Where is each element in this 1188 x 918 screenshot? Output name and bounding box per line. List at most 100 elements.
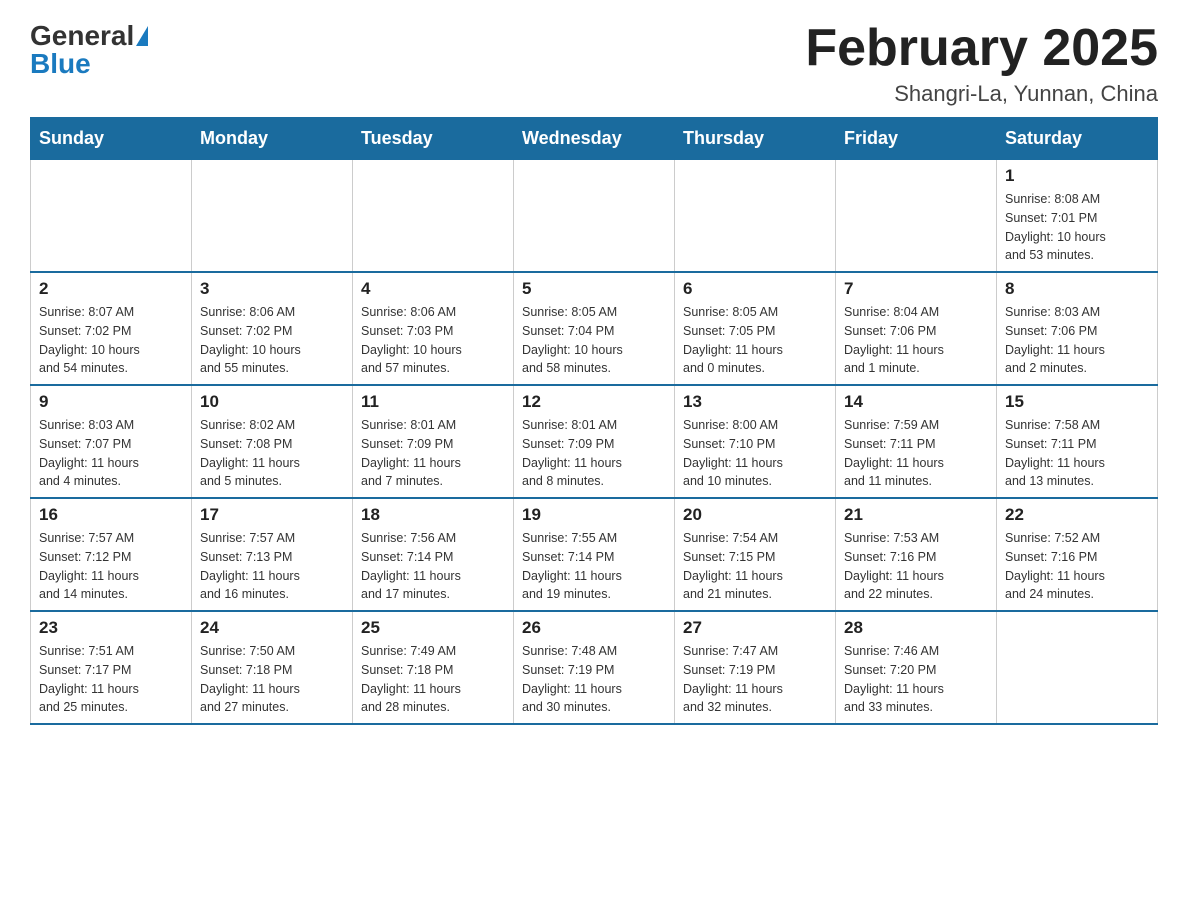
logo: General Blue [30,20,148,80]
day-info: Sunrise: 8:03 AM Sunset: 7:07 PM Dayligh… [39,416,183,491]
calendar-cell: 2 Sunrise: 8:07 AM Sunset: 7:02 PM Daylig… [31,272,192,385]
calendar-cell: 8Sunrise: 8:03 AM Sunset: 7:06 PM Daylig… [997,272,1158,385]
day-number: 28 [844,618,988,638]
calendar-cell [192,160,353,273]
day-info: Sunrise: 7:52 AM Sunset: 7:16 PM Dayligh… [1005,529,1149,604]
page-header: General Blue February 2025 Shangri-La, Y… [30,20,1158,107]
day-info: Sunrise: 7:54 AM Sunset: 7:15 PM Dayligh… [683,529,827,604]
day-number: 21 [844,505,988,525]
weekday-header-wednesday: Wednesday [514,118,675,160]
day-info: Sunrise: 7:58 AM Sunset: 7:11 PM Dayligh… [1005,416,1149,491]
day-info: Sunrise: 7:56 AM Sunset: 7:14 PM Dayligh… [361,529,505,604]
calendar-cell: 10 Sunrise: 8:02 AM Sunset: 7:08 PM Dayli… [192,385,353,498]
day-info: Sunrise: 7:53 AM Sunset: 7:16 PM Dayligh… [844,529,988,604]
day-number: 18 [361,505,505,525]
calendar-week-1: 1 Sunrise: 8:08 AM Sunset: 7:01 PM Daylig… [31,160,1158,273]
calendar-subtitle: Shangri-La, Yunnan, China [805,81,1158,107]
day-info: Sunrise: 8:01 AM Sunset: 7:09 PM Dayligh… [522,416,666,491]
calendar-cell: 24 Sunrise: 7:50 AM Sunset: 7:18 PM Dayli… [192,611,353,724]
day-info: Sunrise: 8:04 AM Sunset: 7:06 PM Dayligh… [844,303,988,378]
calendar-cell: 18 Sunrise: 7:56 AM Sunset: 7:14 PM Dayli… [353,498,514,611]
day-number: 22 [1005,505,1149,525]
day-number: 2 [39,279,183,299]
calendar-cell: 12Sunrise: 8:01 AM Sunset: 7:09 PM Dayli… [514,385,675,498]
day-info: Sunrise: 7:50 AM Sunset: 7:18 PM Dayligh… [200,642,344,717]
weekday-header-saturday: Saturday [997,118,1158,160]
calendar-cell: 4 Sunrise: 8:06 AM Sunset: 7:03 PM Daylig… [353,272,514,385]
day-number: 27 [683,618,827,638]
day-number: 3 [200,279,344,299]
day-info: Sunrise: 7:55 AM Sunset: 7:14 PM Dayligh… [522,529,666,604]
day-info: Sunrise: 8:06 AM Sunset: 7:02 PM Dayligh… [200,303,344,378]
calendar-week-2: 2 Sunrise: 8:07 AM Sunset: 7:02 PM Daylig… [31,272,1158,385]
day-info: Sunrise: 8:08 AM Sunset: 7:01 PM Dayligh… [1005,190,1149,265]
day-number: 7 [844,279,988,299]
day-number: 16 [39,505,183,525]
calendar-cell: 19 Sunrise: 7:55 AM Sunset: 7:14 PM Dayli… [514,498,675,611]
calendar-cell: 28 Sunrise: 7:46 AM Sunset: 7:20 PM Dayli… [836,611,997,724]
day-number: 1 [1005,166,1149,186]
day-info: Sunrise: 7:59 AM Sunset: 7:11 PM Dayligh… [844,416,988,491]
calendar-cell [514,160,675,273]
day-number: 19 [522,505,666,525]
logo-blue-text: Blue [30,48,91,80]
weekday-header-row: SundayMondayTuesdayWednesdayThursdayFrid… [31,118,1158,160]
day-info: Sunrise: 8:02 AM Sunset: 7:08 PM Dayligh… [200,416,344,491]
day-number: 9 [39,392,183,412]
calendar-cell: 27 Sunrise: 7:47 AM Sunset: 7:19 PM Dayli… [675,611,836,724]
day-info: Sunrise: 7:51 AM Sunset: 7:17 PM Dayligh… [39,642,183,717]
day-number: 20 [683,505,827,525]
day-info: Sunrise: 7:57 AM Sunset: 7:12 PM Dayligh… [39,529,183,604]
day-number: 5 [522,279,666,299]
day-info: Sunrise: 8:01 AM Sunset: 7:09 PM Dayligh… [361,416,505,491]
day-info: Sunrise: 7:47 AM Sunset: 7:19 PM Dayligh… [683,642,827,717]
day-info: Sunrise: 7:48 AM Sunset: 7:19 PM Dayligh… [522,642,666,717]
calendar-week-5: 23Sunrise: 7:51 AM Sunset: 7:17 PM Dayli… [31,611,1158,724]
calendar-cell: 25Sunrise: 7:49 AM Sunset: 7:18 PM Dayli… [353,611,514,724]
weekday-header-tuesday: Tuesday [353,118,514,160]
day-info: Sunrise: 8:03 AM Sunset: 7:06 PM Dayligh… [1005,303,1149,378]
calendar-cell: 20 Sunrise: 7:54 AM Sunset: 7:15 PM Dayli… [675,498,836,611]
day-number: 6 [683,279,827,299]
logo-triangle-icon [136,26,148,46]
calendar-week-4: 16 Sunrise: 7:57 AM Sunset: 7:12 PM Dayli… [31,498,1158,611]
calendar-cell: 3 Sunrise: 8:06 AM Sunset: 7:02 PM Daylig… [192,272,353,385]
day-number: 17 [200,505,344,525]
calendar-cell [31,160,192,273]
weekday-header-monday: Monday [192,118,353,160]
day-info: Sunrise: 8:05 AM Sunset: 7:05 PM Dayligh… [683,303,827,378]
calendar-cell: 14 Sunrise: 7:59 AM Sunset: 7:11 PM Dayli… [836,385,997,498]
calendar-cell [997,611,1158,724]
day-info: Sunrise: 7:49 AM Sunset: 7:18 PM Dayligh… [361,642,505,717]
day-number: 15 [1005,392,1149,412]
calendar-cell: 13 Sunrise: 8:00 AM Sunset: 7:10 PM Dayli… [675,385,836,498]
calendar-cell: 22 Sunrise: 7:52 AM Sunset: 7:16 PM Dayli… [997,498,1158,611]
calendar-cell [836,160,997,273]
day-info: Sunrise: 8:05 AM Sunset: 7:04 PM Dayligh… [522,303,666,378]
day-number: 13 [683,392,827,412]
day-info: Sunrise: 7:46 AM Sunset: 7:20 PM Dayligh… [844,642,988,717]
calendar-cell: 9 Sunrise: 8:03 AM Sunset: 7:07 PM Daylig… [31,385,192,498]
day-number: 4 [361,279,505,299]
calendar-title: February 2025 [805,20,1158,77]
calendar-cell: 17 Sunrise: 7:57 AM Sunset: 7:13 PM Dayli… [192,498,353,611]
day-info: Sunrise: 8:00 AM Sunset: 7:10 PM Dayligh… [683,416,827,491]
calendar-cell [675,160,836,273]
day-number: 14 [844,392,988,412]
day-number: 10 [200,392,344,412]
calendar-cell: 7 Sunrise: 8:04 AM Sunset: 7:06 PM Daylig… [836,272,997,385]
calendar-cell: 23Sunrise: 7:51 AM Sunset: 7:17 PM Dayli… [31,611,192,724]
calendar-cell: 21 Sunrise: 7:53 AM Sunset: 7:16 PM Dayli… [836,498,997,611]
day-info: Sunrise: 7:57 AM Sunset: 7:13 PM Dayligh… [200,529,344,604]
calendar-cell: 11 Sunrise: 8:01 AM Sunset: 7:09 PM Dayli… [353,385,514,498]
calendar-week-3: 9 Sunrise: 8:03 AM Sunset: 7:07 PM Daylig… [31,385,1158,498]
calendar-cell: 5 Sunrise: 8:05 AM Sunset: 7:04 PM Daylig… [514,272,675,385]
weekday-header-thursday: Thursday [675,118,836,160]
calendar-cell: 1 Sunrise: 8:08 AM Sunset: 7:01 PM Daylig… [997,160,1158,273]
calendar-cell: 16 Sunrise: 7:57 AM Sunset: 7:12 PM Dayli… [31,498,192,611]
day-info: Sunrise: 8:07 AM Sunset: 7:02 PM Dayligh… [39,303,183,378]
day-info: Sunrise: 8:06 AM Sunset: 7:03 PM Dayligh… [361,303,505,378]
weekday-header-friday: Friday [836,118,997,160]
day-number: 11 [361,392,505,412]
day-number: 24 [200,618,344,638]
